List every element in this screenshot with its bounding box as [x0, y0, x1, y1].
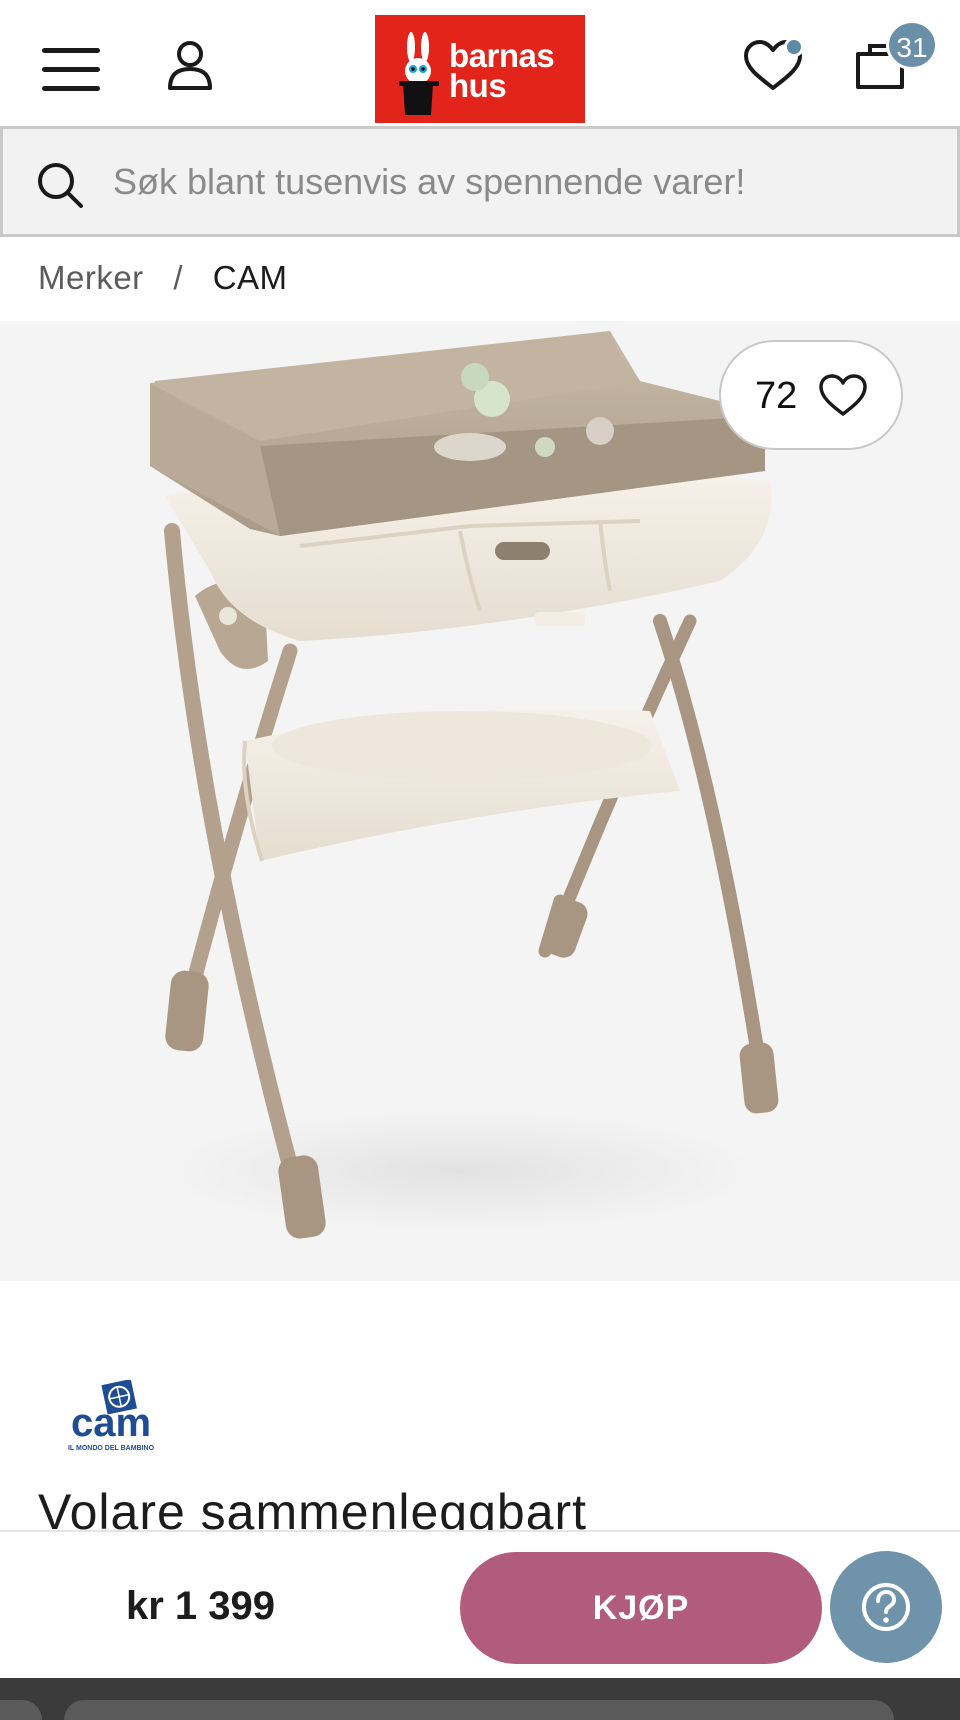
svg-text:IL MONDO DEL BAMBINO: IL MONDO DEL BAMBINO — [68, 1445, 155, 1452]
price: kr 1 399 — [126, 1584, 276, 1628]
product-image[interactable]: 72 — [0, 321, 960, 1281]
search-bar[interactable] — [0, 126, 960, 237]
breadcrumb-item-cam[interactable]: CAM — [213, 259, 288, 296]
svg-text:cam: cam — [71, 1401, 151, 1445]
user-icon[interactable] — [166, 40, 214, 92]
site-header: barnas hus 31 — [0, 0, 960, 126]
site-logo[interactable]: barnas hus — [375, 15, 585, 123]
question-mark-icon — [862, 1583, 910, 1631]
buy-button[interactable]: KJØP — [460, 1552, 822, 1664]
logo-text: barnas hus — [449, 37, 555, 104]
breadcrumb: Merker / CAM — [38, 259, 288, 297]
browser-tab-button[interactable] — [0, 1700, 42, 1720]
like-button[interactable]: 72 — [719, 340, 903, 450]
breadcrumb-separator: / — [173, 259, 184, 296]
breadcrumb-item-merker[interactable]: Merker — [38, 259, 144, 296]
bunny-logo-icon — [399, 32, 439, 115]
hamburger-menu-icon[interactable] — [42, 48, 102, 92]
search-input[interactable] — [113, 149, 933, 215]
browser-address-bar[interactable] — [64, 1700, 894, 1720]
like-count: 72 — [755, 375, 798, 417]
help-button[interactable] — [830, 1551, 942, 1663]
changing-table-illustration — [150, 331, 779, 1239]
heart-icon — [819, 374, 867, 416]
cam-brand-logo[interactable]: cam IL MONDO DEL BAMBINO — [56, 1380, 166, 1454]
buy-bar: kr 1 399 KJØP — [0, 1530, 960, 1678]
cart-count-badge[interactable]: 31 — [886, 20, 938, 70]
search-icon[interactable] — [35, 160, 85, 210]
browser-bottom-bar — [0, 1678, 960, 1720]
wishlist-indicator-dot — [784, 37, 804, 57]
